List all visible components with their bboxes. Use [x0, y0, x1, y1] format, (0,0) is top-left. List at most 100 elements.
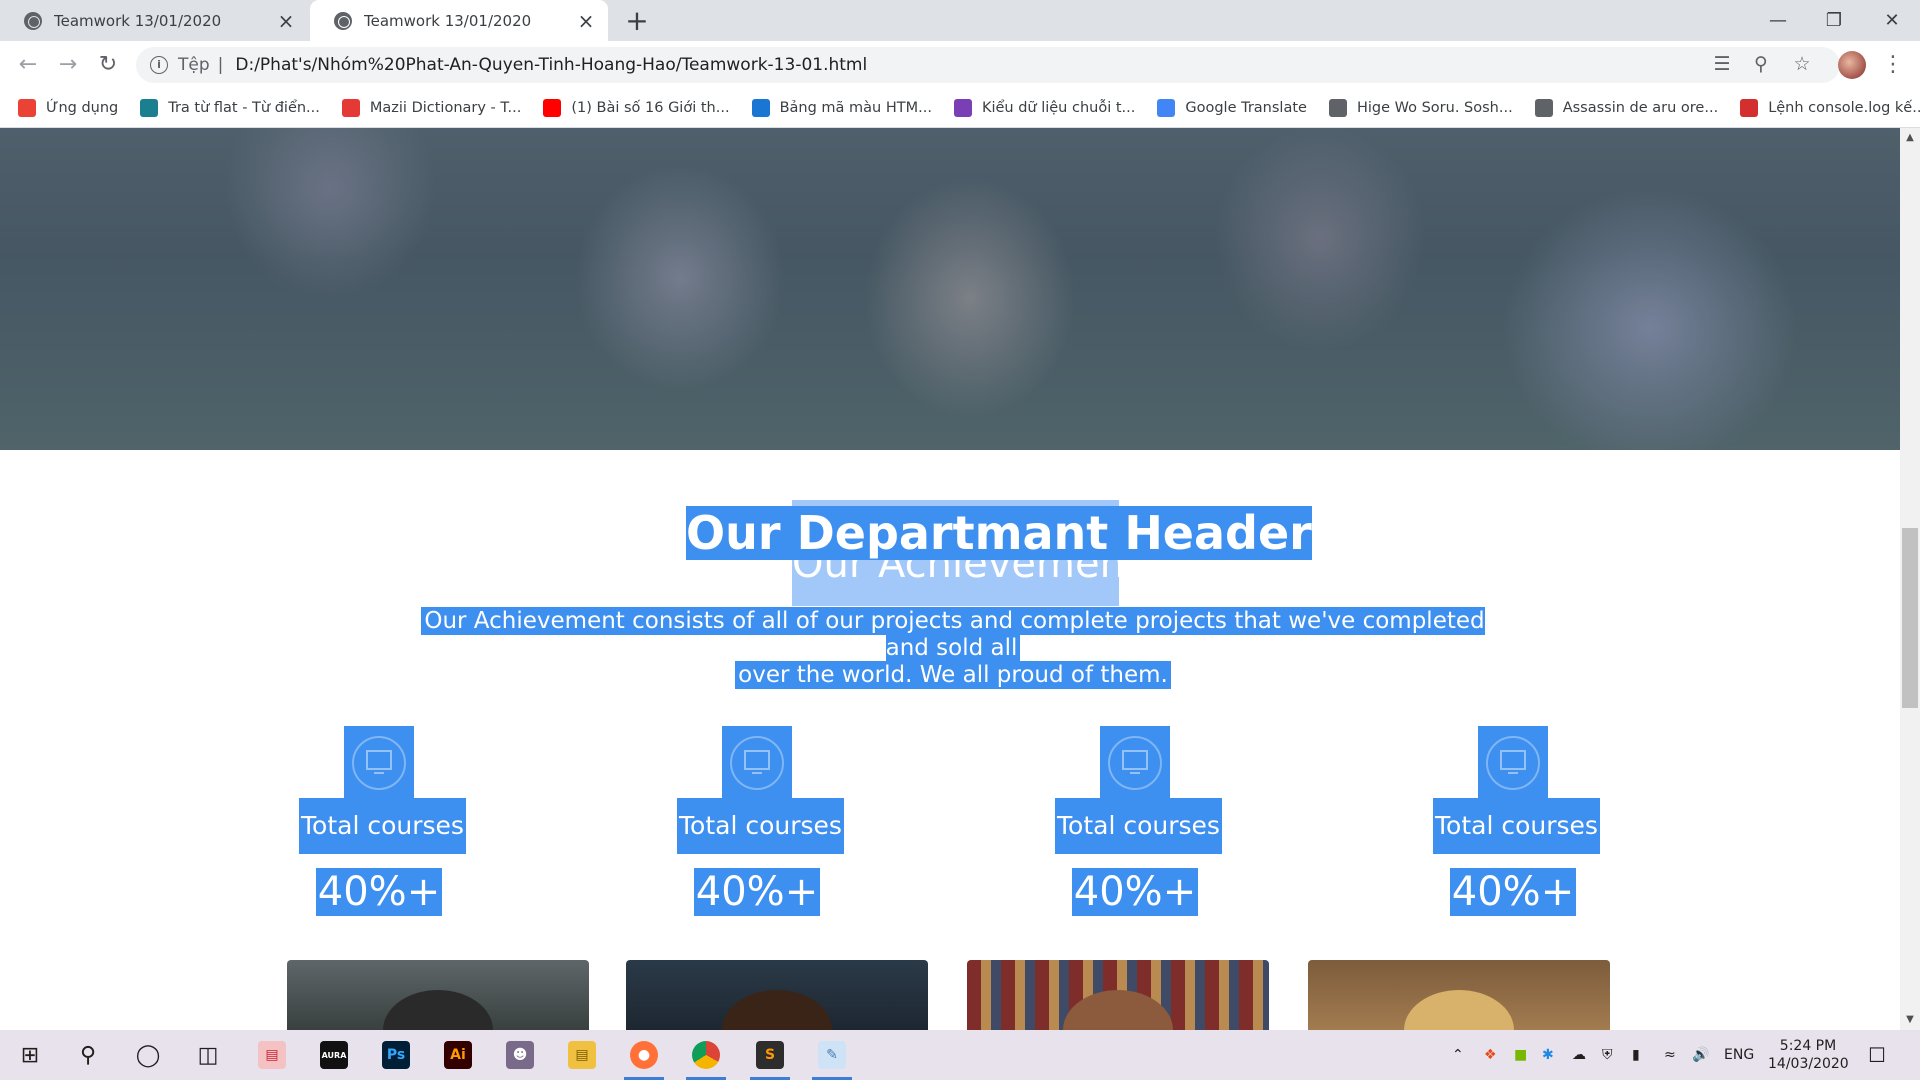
page-viewport: Our Departmant Header Our Achievement Lo… [0, 128, 1900, 1030]
globe-icon [24, 11, 42, 30]
monitor-icon [344, 726, 414, 798]
language-indicator[interactable]: ENG [1724, 1030, 1754, 1080]
bookmarks-bar: Ứng dụng Tra từ flat - Từ điển... Mazii Di… [0, 88, 1920, 128]
volume-icon[interactable]: 🔊 [1692, 1030, 1709, 1080]
monitor-icon [722, 726, 792, 798]
bookmark-item[interactable]: Kiểu dữ liệu chuỗi t... [953, 98, 1136, 117]
tab-close-icon[interactable]: × [576, 11, 596, 31]
tab-active[interactable]: Teamwork 13/01/2020 × [310, 0, 608, 41]
achievement-description: Our Achievement consists of all of our p… [417, 607, 1489, 689]
battery-icon[interactable]: ▮ [1632, 1030, 1640, 1080]
forward-arrow-icon[interactable]: → [52, 49, 84, 81]
firefox-icon[interactable]: ● [620, 1035, 668, 1080]
mazii-icon [341, 98, 360, 117]
scroll-up-arrow-icon[interactable]: ▲ [1900, 130, 1920, 146]
character-app-icon[interactable]: ☻ [496, 1035, 544, 1075]
stat-label: Total courses [677, 798, 844, 854]
bookmark-label: Ứng dụng [46, 99, 119, 116]
translate-icon [1157, 98, 1176, 117]
bookmark-label: Lệnh console.log kế... [1768, 99, 1920, 116]
scrollbar-thumb[interactable] [1902, 528, 1918, 708]
monitor-icon [1478, 726, 1548, 798]
windows-start-icon[interactable]: ⊞ [6, 1035, 54, 1075]
reload-icon[interactable]: ↻ [92, 49, 124, 81]
notifications-icon[interactable]: ☐ [1868, 1030, 1886, 1080]
bookmark-label: Bảng mã màu HTM... [779, 99, 932, 116]
wifi-icon[interactable]: ≈ [1664, 1030, 1676, 1080]
menu-dots-icon[interactable]: ⋮ [1882, 53, 1904, 77]
bookmark-item[interactable]: Assassin de aru ore... [1534, 98, 1718, 117]
bookmark-label: (1) Bài số 16 Giới th... [571, 99, 730, 116]
arrow-icon [1740, 98, 1759, 117]
windows-taskbar: ⊞ ⚲ ◯ ◫ ▤ AURA Ps Ai ☻ ▤ ● S ✎ ⌃ ❖ ■ ✱ ☁… [0, 1030, 1920, 1080]
tab-inactive[interactable]: Teamwork 13/01/2020 × [0, 0, 308, 41]
bookmark-label: Tra từ flat - Từ điển... [168, 99, 320, 116]
onedrive-icon[interactable]: ☁ [1572, 1030, 1586, 1080]
cortana-icon[interactable]: ◯ [124, 1035, 172, 1075]
file-explorer-icon[interactable]: ▤ [558, 1035, 606, 1075]
search-icon[interactable]: ⚲ [64, 1035, 112, 1075]
stat-value: 40%+ [1071, 868, 1199, 916]
aura-sync-icon[interactable]: AURA [310, 1035, 358, 1075]
team-card-image [967, 960, 1269, 1030]
stat-item: Total courses 40%+ [1433, 726, 1600, 916]
stat-item: Total courses 40%+ [677, 726, 844, 916]
browser-toolbar: ← → ↻ i Tệp | D:/Phat's/Nhóm%20Phat-An-Q… [0, 41, 1920, 88]
bookmark-item[interactable]: (1) Bài số 16 Giới th... [543, 98, 730, 117]
team-card-image [287, 960, 589, 1030]
minimize-icon[interactable]: — [1750, 0, 1806, 41]
youtube-icon [543, 98, 562, 117]
star-of-david-icon [1534, 98, 1553, 117]
photoshop-icon[interactable]: Ps [372, 1035, 420, 1075]
bookmark-item[interactable]: Tra từ flat - Từ điển... [140, 98, 320, 117]
bookmark-label: Google Translate [1185, 99, 1307, 116]
bookmark-item[interactable]: Google Translate [1157, 98, 1307, 117]
sublime-text-icon[interactable]: S [746, 1035, 794, 1080]
stat-value: 40%+ [315, 868, 443, 916]
stat-value: 40%+ [1449, 868, 1577, 916]
bookmark-item[interactable]: Lệnh console.log kế... [1740, 98, 1920, 117]
bluetooth-icon[interactable]: ✱ [1542, 1030, 1554, 1080]
stat-label: Total courses [1433, 798, 1600, 854]
department-header: Our Departmant Header [686, 506, 1312, 560]
nvidia-icon[interactable]: ■ [1514, 1030, 1527, 1080]
tab-title: Teamwork 13/01/2020 [54, 11, 222, 30]
hero-banner-image [0, 128, 1900, 450]
translate-page-icon[interactable]: ☰ [1711, 53, 1733, 75]
profile-avatar[interactable] [1838, 51, 1866, 79]
show-hidden-icons-icon[interactable]: ⌃ [1452, 1030, 1464, 1080]
address-bar[interactable]: i Tệp | D:/Phat's/Nhóm%20Phat-An-Quyen-T… [136, 47, 1840, 83]
paint-icon[interactable]: ✎ [808, 1035, 856, 1080]
bookmark-star-icon[interactable]: ☆ [1791, 53, 1813, 75]
info-icon[interactable]: i [150, 56, 168, 74]
bookmark-item[interactable]: Ứng dụng [18, 98, 119, 117]
bookmark-label: Hige Wo Soru. Sosh... [1356, 99, 1513, 116]
tab-close-icon[interactable]: × [276, 11, 296, 31]
back-arrow-icon[interactable]: ← [12, 49, 44, 81]
apps-grid-icon [18, 98, 36, 117]
bookmark-label: Kiểu dữ liệu chuỗi t... [981, 99, 1136, 116]
app-icon[interactable]: ▤ [248, 1035, 296, 1075]
restore-icon[interactable]: ❐ [1806, 0, 1862, 41]
bookmark-item[interactable]: Bảng mã màu HTM... [751, 98, 932, 117]
monitor-icon [1100, 726, 1170, 798]
illustrator-icon[interactable]: Ai [434, 1035, 482, 1075]
url-text[interactable]: D:/Phat's/Nhóm%20Phat-An-Quyen-Tinh-Hoan… [235, 55, 867, 75]
tab-title: Teamwork 13/01/2020 [364, 11, 532, 30]
tray-app-icon[interactable]: ❖ [1484, 1030, 1497, 1080]
zoom-icon[interactable]: ⚲ [1750, 53, 1772, 75]
chrome-icon[interactable] [682, 1035, 730, 1080]
clock[interactable]: 5:24 PM 14/03/2020 [1768, 1037, 1849, 1073]
address-separator: | [217, 55, 224, 75]
new-tab-button[interactable]: + [622, 6, 652, 36]
clock-time: 5:24 PM [1779, 1038, 1837, 1054]
close-window-icon[interactable]: ✕ [1864, 0, 1920, 41]
bookmark-item[interactable]: Hige Wo Soru. Sosh... [1328, 98, 1513, 117]
bookmark-item[interactable]: Mazii Dictionary - T... [341, 98, 521, 117]
clock-date: 14/03/2020 [1768, 1056, 1849, 1072]
defender-icon[interactable]: ⛨ [1602, 1030, 1613, 1080]
stat-item: Total courses 40%+ [299, 726, 466, 916]
scroll-down-arrow-icon[interactable]: ▼ [1900, 1012, 1920, 1028]
stat-label: Total courses [1055, 798, 1222, 854]
task-view-icon[interactable]: ◫ [184, 1035, 232, 1075]
